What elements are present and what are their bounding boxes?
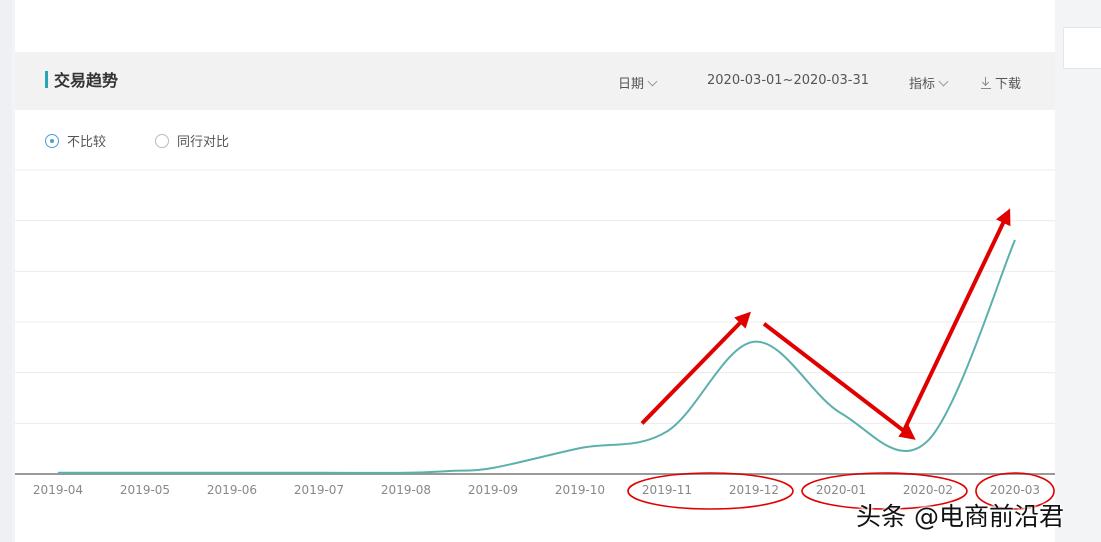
annotation-arrow [901, 208, 1011, 434]
x-tick-label: 2020-01 [816, 483, 866, 497]
x-tick-label: 2019-05 [120, 483, 170, 497]
watermark: 头条 @电商前沿君 [856, 502, 1064, 531]
x-tick-label: 2019-04 [33, 483, 83, 497]
x-tick-label: 2019-11 [642, 483, 692, 497]
x-tick-label: 2020-02 [903, 483, 953, 497]
x-tick-label: 2019-06 [207, 483, 257, 497]
x-tick-label: 2019-10 [555, 483, 605, 497]
series-line [58, 239, 1016, 474]
x-tick-label: 2019-09 [468, 483, 518, 497]
x-tick-label: 2019-08 [381, 483, 431, 497]
x-axis-ticks: 2019-04 2019-05 2019-06 2019-07 2019-08 2019-… [33, 483, 1040, 497]
annotation-arrow [640, 311, 752, 425]
x-tick-label: 2019-07 [294, 483, 344, 497]
x-tick-label: 2020-03 [990, 483, 1040, 497]
grid-lines [15, 169, 1055, 424]
annotation-arrow [762, 322, 916, 440]
trend-chart: 2019-04 2019-05 2019-06 2019-07 2019-08 2019-… [15, 169, 1055, 510]
x-tick-label: 2019-12 [729, 483, 779, 497]
